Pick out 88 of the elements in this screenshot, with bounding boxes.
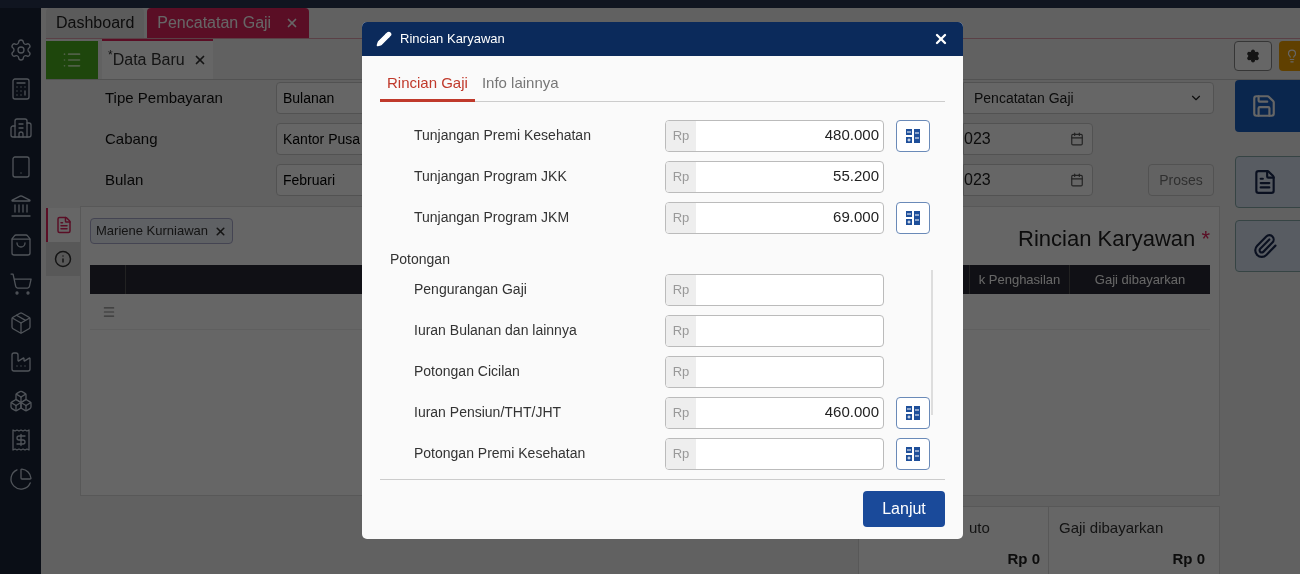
continue-button[interactable]: Lanjut (863, 491, 945, 528)
field-label: Potongan Cicilan (413, 362, 521, 382)
currency-prefix: Rp (666, 161, 696, 192)
package-icon[interactable] (8, 311, 33, 335)
panel-title: Rincian Karyawan * (1018, 224, 1210, 253)
amount-field[interactable]: Rp 69.000 (665, 201, 884, 234)
amount-field[interactable]: Rp (665, 355, 884, 388)
amount-field[interactable]: Rp (665, 273, 884, 306)
field-label: Tipe Pembayaran (104, 87, 224, 108)
currency-prefix: Rp (666, 202, 696, 233)
calculator-icon (906, 210, 920, 225)
remove-icon[interactable] (214, 224, 227, 238)
field-label: Iuran Pensiun/THT/JHT (413, 403, 563, 423)
record-tab[interactable]: $^{*}$Data Baru (102, 39, 213, 79)
gear-icon[interactable] (8, 38, 33, 62)
field-label: Cabang (104, 128, 159, 149)
chart-icon[interactable] (8, 467, 33, 491)
currency-prefix: Rp (666, 438, 696, 469)
calculator-button[interactable] (896, 437, 930, 470)
amount-value: 55.200 (833, 166, 879, 187)
total-label: Gaji dibayarkan (1059, 518, 1165, 538)
calculator-icon (906, 128, 920, 143)
pencil-icon (376, 30, 392, 47)
calculator-icon (906, 446, 920, 461)
dialog-tab[interactable]: Rincian Gaji (380, 67, 475, 102)
field-label: Bulan (104, 169, 145, 190)
date-field[interactable]: 023 (963, 164, 1093, 196)
field-label: Pengurangan Gaji (413, 280, 528, 300)
amount-field[interactable]: Rp 460.000 (665, 396, 884, 429)
amount-value: 480.000 (824, 125, 879, 146)
side-tab[interactable] (46, 242, 80, 276)
building-icon[interactable] (8, 116, 33, 140)
amount-field[interactable]: Rp 55.200 (665, 160, 884, 193)
info-icon (54, 250, 72, 268)
total-value: Rp 0 (1172, 548, 1205, 569)
amount-value: 69.000 (833, 207, 879, 228)
select-field[interactable]: Pencatatan Gaji (963, 82, 1214, 114)
settings-icon (1246, 49, 1260, 63)
amount-field[interactable]: Rp 480.000 (665, 119, 884, 152)
settings-button[interactable] (1234, 41, 1272, 71)
calendar-icon (1070, 132, 1084, 146)
save-icon (1251, 93, 1277, 119)
document-button[interactable] (1235, 156, 1300, 208)
field-label: Tunjangan Program JKK (413, 167, 568, 187)
document-icon (1252, 169, 1278, 195)
paperclip-icon (1252, 233, 1278, 259)
currency-prefix: Rp (666, 315, 696, 346)
column-header: k Penghasilan (969, 265, 1069, 294)
amount-value: 460.000 (824, 402, 879, 423)
calculator-icon (906, 405, 920, 420)
field-label: Tunjangan Program JKM (413, 208, 571, 228)
document-icon (55, 216, 73, 234)
modal-title: Rincian Karyawan (400, 30, 505, 49)
lightbulb-icon (1285, 49, 1299, 63)
dialog-tab[interactable]: Info lainnya (474, 67, 566, 102)
save-button[interactable] (1235, 80, 1300, 132)
page-tab[interactable]: Dashboard (46, 8, 145, 38)
currency-prefix: Rp (666, 274, 696, 305)
idea-button[interactable] (1279, 41, 1300, 71)
menu-icon[interactable] (102, 304, 116, 319)
cart-icon[interactable] (8, 272, 33, 296)
amount-field[interactable]: Rp (665, 314, 884, 347)
calendar-icon (1070, 173, 1084, 187)
field-label: Tunjangan Premi Kesehatan (413, 126, 592, 146)
total-label: uto (968, 518, 991, 538)
page-tab[interactable]: Pencatatan Gaji (147, 8, 310, 38)
calculator-button[interactable] (896, 201, 930, 234)
boxes-icon[interactable] (8, 389, 33, 413)
bank-icon[interactable] (8, 194, 33, 218)
currency-prefix: Rp (666, 356, 696, 387)
list-icon (62, 50, 82, 70)
amount-field[interactable]: Rp (665, 437, 884, 470)
section-heading: Potongan (390, 249, 451, 269)
total-value: Rp 0 (1007, 548, 1040, 569)
factory-icon[interactable] (8, 350, 33, 374)
attachment-button[interactable] (1235, 220, 1300, 272)
list-button[interactable] (46, 41, 98, 79)
bag-icon[interactable] (8, 233, 33, 257)
currency-prefix: Rp (666, 397, 696, 428)
calculator-button[interactable] (896, 396, 930, 429)
employee-chip[interactable]: Mariene Kurniawan (90, 218, 233, 244)
calculator-button[interactable] (896, 119, 930, 152)
side-tab[interactable] (46, 208, 80, 242)
field-label: Potongan Premi Kesehatan (413, 444, 587, 464)
currency-prefix: Rp (666, 120, 696, 151)
date-field[interactable]: 023 (963, 123, 1093, 155)
column-header: Gaji dibayarkan (1069, 265, 1210, 294)
field-label: Iuran Bulanan dan lainnya (413, 321, 578, 341)
